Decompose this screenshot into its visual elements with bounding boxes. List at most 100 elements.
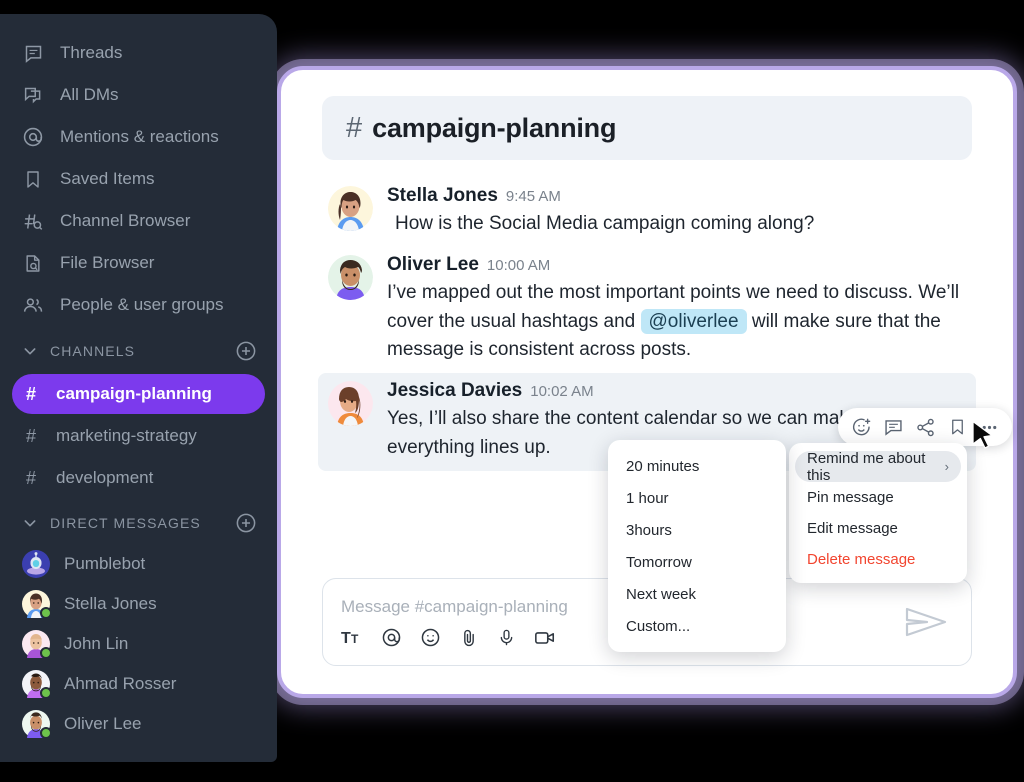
reminder-option-1-hour[interactable]: 1 hour [608,482,786,514]
context-menu-item-label: Pin message [807,489,894,506]
sidebar-dm-pumblebot[interactable]: Pumblebot [0,544,277,584]
message-meta: Jessica Davies 10:02 AM [387,380,966,402]
at-mention-icon [22,126,44,148]
channel-label: development [56,468,154,487]
sidebar-item-label: File Browser [60,253,155,272]
chevron-right-icon: › [944,459,949,474]
sidebar-item-threads[interactable]: Threads [0,32,277,74]
reminder-option-next-week[interactable]: Next week [608,578,786,610]
video-icon[interactable] [534,628,556,647]
bookmark-icon [22,169,44,190]
message-context-menu: Remind me about this › Pin message Edit … [789,443,967,583]
avatar [328,254,373,300]
context-menu-item-label: Remind me about this [807,449,926,484]
sidebar-item-label: People & user groups [60,295,224,314]
context-menu-item-pin[interactable]: Pin message [795,482,961,513]
message-timestamp: 9:45 AM [505,188,561,205]
sidebar-dm-ahmad-rosser[interactable]: Ahmad Rosser [0,664,277,704]
sidebar-item-saved-items[interactable]: Saved Items [0,158,277,200]
message-timestamp: 10:02 AM [530,383,594,401]
reminder-option-label: Next week [626,585,697,603]
avatar [22,710,52,739]
context-menu-item-remind[interactable]: Remind me about this › [795,449,961,484]
mention-icon[interactable] [381,627,402,648]
avatar [328,381,373,427]
dm-label: Oliver Lee [64,714,142,733]
channel-label: marketing-strategy [56,426,197,445]
reminder-option-20-minutes[interactable]: 20 minutes [608,450,786,482]
sidebar-dm-oliver-lee[interactable]: Oliver Lee [0,704,277,744]
add-reaction-icon[interactable] [848,414,874,440]
emoji-icon[interactable] [420,627,441,648]
dm-section-label: DIRECT MESSAGES [50,515,201,531]
hash-icon: # [26,383,37,404]
online-status-dot [40,607,52,619]
context-menu-item-label: Delete message [807,551,916,568]
add-dm-button[interactable] [235,512,257,534]
channel-header: # campaign-planning [322,96,972,160]
sidebar-item-marketing-strategy[interactable]: # marketing-strategy [12,416,265,456]
message-row: Oliver Lee 10:00 AM I’ve mapped out the … [322,247,972,374]
sidebar-item-label: Mentions & reactions [60,127,219,146]
chevron-down-icon [24,348,36,355]
people-icon [22,295,44,316]
message-text: How is the Social Media campaign coming … [395,212,815,234]
sidebar-item-label: All DMs [60,85,119,104]
hash-icon: # [346,111,363,144]
microphone-icon[interactable] [497,627,516,648]
sidebar-item-development[interactable]: # development [12,458,265,498]
sidebar-item-label: Channel Browser [60,211,191,230]
sidebar-item-all-dms[interactable]: All DMs [0,74,277,116]
reminder-option-label: 20 minutes [626,457,700,475]
reminder-option-label: 1 hour [626,489,669,507]
dm-section-header[interactable]: DIRECT MESSAGES [0,502,277,544]
channel-browser-icon [22,211,44,232]
context-menu-item-delete[interactable]: Delete message [795,544,961,575]
dm-label: Ahmad Rosser [64,674,177,693]
dm-label: Stella Jones [64,594,157,613]
reply-in-thread-icon[interactable] [880,414,906,440]
sidebar-dm-stella-jones[interactable]: Stella Jones [0,584,277,624]
message-body: Stella Jones 9:45 AM How is the Social M… [387,185,962,239]
message-timestamp: 10:00 AM [486,256,551,274]
reminder-option-label: 3hours [626,521,672,539]
hash-icon: # [26,467,37,488]
online-status-dot [40,687,52,699]
more-actions-icon[interactable] [976,414,1002,440]
svg-text:T: T [341,630,351,647]
attachment-icon[interactable] [459,627,479,648]
channels-section-label: CHANNELS [50,343,136,359]
save-message-icon[interactable] [944,414,970,440]
sidebar-item-campaign-planning[interactable]: # campaign-planning [12,374,265,414]
sidebar-item-file-browser[interactable]: File Browser [0,242,277,284]
message-meta: Stella Jones 9:45 AM [387,185,962,207]
sidebar-dm-john-lin[interactable]: John Lin [0,624,277,664]
avatar [22,630,52,659]
sidebar-item-label: Saved Items [60,169,155,188]
message-row: Stella Jones 9:45 AM How is the Social M… [322,178,972,247]
reminder-option-custom[interactable]: Custom... [608,610,786,642]
context-menu-item-edit[interactable]: Edit message [795,513,961,544]
send-button[interactable] [903,603,971,641]
reminder-submenu: 20 minutes 1 hour 3hours Tomorrow Next w… [608,440,786,652]
sidebar-item-label: Threads [60,43,123,62]
avatar [22,590,52,619]
all-dms-icon [22,85,44,106]
channels-section-header[interactable]: CHANNELS [0,330,277,372]
share-message-icon[interactable] [912,414,938,440]
message-author: Jessica Davies [387,380,523,402]
sidebar-item-mentions[interactable]: Mentions & reactions [0,116,277,158]
reminder-option-label: Tomorrow [626,553,692,571]
add-channel-button[interactable] [235,340,257,362]
sidebar-item-channel-browser[interactable]: Channel Browser [0,200,277,242]
text-format-icon[interactable]: TT [341,628,363,647]
message-action-toolbar [838,408,1012,446]
dm-label: John Lin [64,634,129,653]
reminder-option-3-hours[interactable]: 3hours [608,514,786,546]
avatar [22,550,50,578]
file-browser-icon [22,253,44,274]
online-status-dot [40,727,52,739]
reminder-option-tomorrow[interactable]: Tomorrow [608,546,786,578]
sidebar-item-people[interactable]: People & user groups [0,284,277,326]
user-mention-chip[interactable]: @oliverlee [640,308,747,334]
